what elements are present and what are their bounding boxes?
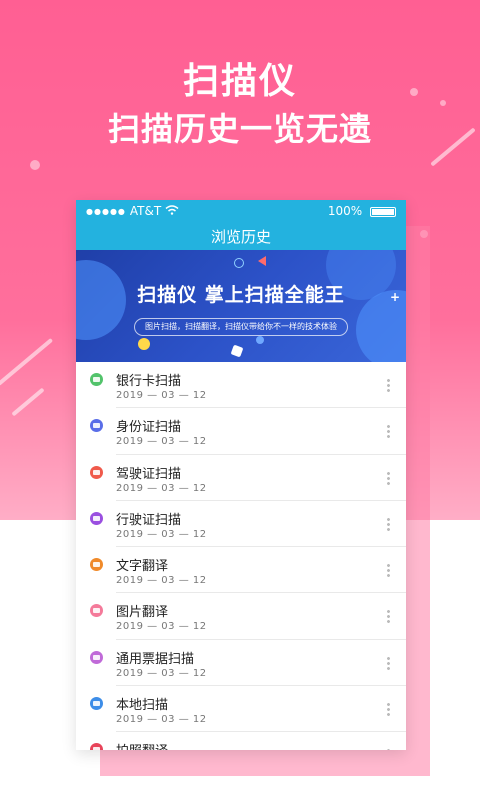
decor-dot [30,160,40,170]
promo-banner[interactable]: + 扫描仪 掌上扫描全能王 图片扫描，扫描翻译，扫描仪带给你不一样的技术体验 [76,250,406,362]
history-item[interactable]: 图片翻译 2019 — 03 — 12 [76,593,406,640]
promo-subtitle: 扫描历史一览无遗 [107,110,372,148]
scan-type-icon [90,511,103,525]
scan-type-icon [90,604,103,618]
history-item-label: 行驶证扫描 [116,512,182,528]
history-item-date: 2019 — 03 — 12 [116,714,207,726]
banner-tagline: 图片扫描，扫描翻译，扫描仪带给你不一样的技术体验 [134,318,348,336]
more-options-icon[interactable] [387,609,390,624]
more-options-icon[interactable] [387,424,390,439]
history-item-label: 拍照翻译 [116,740,168,750]
scan-type-icon [90,697,103,711]
history-item-label: 通用票据扫描 [116,651,195,667]
decor-pentagon [230,344,244,358]
history-item-date: 2019 — 03 — 12 [116,621,207,633]
more-options-icon[interactable] [387,378,390,392]
history-item[interactable]: 本地扫描 2019 — 03 — 12 [76,686,406,733]
phone-frame: ●●●●● AT&T 100% 浏览历史 + 扫描仪 掌上扫描全能王 图片扫描，… [76,200,406,750]
history-item-date: 2019 — 03 — 12 [116,528,207,540]
scan-type-icon [90,743,103,750]
page-title: 浏览历史 [210,227,271,246]
more-options-icon[interactable] [387,655,390,670]
history-item[interactable]: 拍照翻译2019 — 03 — 12 [76,732,406,750]
history-item[interactable]: 身份证扫描 2019 — 03 — 12 [76,408,406,455]
scan-type-icon [90,650,103,664]
more-options-icon[interactable] [387,470,390,485]
decor-dot [256,336,264,344]
decor-circle [234,258,244,268]
decor-streak [0,337,54,387]
promo-title: 扫描仪 [182,61,297,102]
signal-icon: ●●●●● [86,206,126,216]
history-item-label: 图片翻译 [116,605,169,621]
history-item[interactable]: 银行卡扫描 2019 — 03 — 12 [76,362,406,409]
history-item[interactable]: 文字翻译 2019 — 03 — 12 [76,547,406,594]
history-item-label: 驾驶证扫描 [116,466,182,482]
history-item[interactable]: 通用票据扫描 2019 — 03 — 12 [76,640,406,687]
history-item-label: 文字翻译 [116,559,169,575]
decor-streak [11,387,45,417]
history-item-date: 2019 — 03 — 12 [116,390,207,401]
status-bar: ●●●●● AT&T 100% [76,200,406,222]
scan-type-icon [90,558,103,572]
history-list: 银行卡扫描 2019 — 03 — 12 身份证扫描 2019 — 03 — 12 驾驶… [76,362,406,750]
history-item-date: 2019 — 03 — 12 [116,436,207,448]
scan-type-icon [90,419,103,433]
battery-icon [370,206,396,217]
history-item[interactable]: 行驶证扫描 2019 — 03 — 12 [76,501,406,548]
more-options-icon[interactable] [387,702,390,717]
banner-title: 扫描仪 掌上扫描全能王 [137,284,345,306]
scan-type-icon [90,373,103,386]
more-options-icon[interactable] [387,748,390,750]
decor-triangle [258,256,266,266]
carrier-label: AT&T [129,204,162,218]
more-options-icon[interactable] [387,516,390,531]
wifi-icon [165,204,179,218]
app-titlebar: 浏览历史 [76,222,406,250]
history-item[interactable]: 驾驶证扫描 2019 — 03 — 12 [76,455,406,501]
battery-percent: 100% [327,204,363,218]
more-options-icon[interactable] [387,563,390,578]
history-item-label: 本地扫描 [116,698,169,714]
history-item-date: 2019 — 03 — 12 [116,667,207,679]
history-item-label: 身份证扫描 [116,420,182,436]
history-item-date: 2019 — 03 — 12 [116,482,207,494]
history-item-date: 2019 — 03 — 12 [116,575,207,587]
scan-type-icon [90,465,103,479]
decor-dot [138,338,150,350]
history-item-label: 银行卡扫描 [116,374,182,389]
